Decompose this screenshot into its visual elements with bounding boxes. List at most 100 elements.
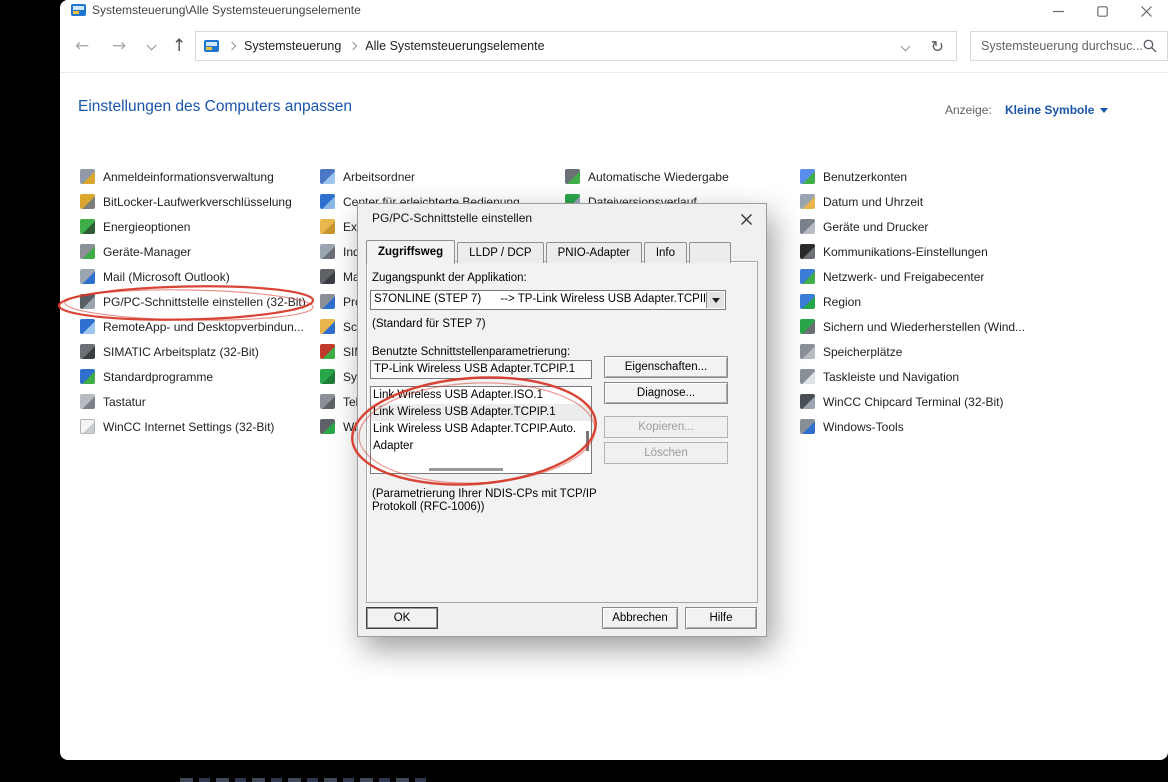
control-panel-item-label: SIMATIC Arbeitsplatz (32-Bit) [103,344,259,359]
control-panel-item[interactable]: PG/PC-Schnittstelle einstellen (32-Bit) [80,289,306,314]
vertical-scrollbar[interactable] [586,431,589,451]
items-column-1: Anmeldeinformationsverwaltung BitLocker-L… [80,164,306,439]
combobox-dropdown-button[interactable] [706,292,724,308]
dialog-title: PG/PC-Schnittstelle einstellen [372,211,533,225]
control-panel-item[interactable]: SIMATIC Arbeitsplatz (32-Bit) [80,339,306,364]
chipcard-terminal-icon [800,394,815,409]
address-bar[interactable]: Systemsteuerung Alle Systemsteuerungsele… [195,31,957,61]
control-panel-item[interactable]: WinCC Chipcard Terminal (32-Bit) [800,389,1025,414]
control-panel-item[interactable]: Mail (Microsoft Outlook) [80,264,306,289]
history-chevron-icon[interactable] [146,40,157,51]
breadcrumb-alle-elemente[interactable]: Alle Systemsteuerungselemente [365,39,544,53]
control-panel-item-label: Automatische Wiedergabe [588,169,729,184]
interface-list-item[interactable]: Link Wireless USB Adapter.ISO.1 [371,387,591,404]
param-value: TP-Link Wireless USB Adapter.TCPIP.1 [374,363,576,375]
ok-button[interactable]: OK [366,607,438,629]
power-options-icon [80,219,95,234]
control-panel-item[interactable]: Datum und Uhrzeit [800,189,1025,214]
dialog-tabs: Zugriffsweg LLDP / DCP PNIO-Adapter Info [366,240,733,264]
network-sharing-icon [800,269,815,284]
com-settings-icon [800,244,815,259]
window-title: Systemsteuerung\Alle Systemsteuerungsele… [92,3,361,17]
control-panel-item[interactable]: Automatische Wiedergabe [565,164,729,189]
diagnose-button[interactable]: Diagnose... [604,382,728,404]
eigenschaften-button[interactable]: Eigenschaften... [604,356,728,378]
taskbar-navigation-icon [800,369,815,384]
control-panel-item[interactable]: BitLocker-Laufwerkverschlüsselung [80,189,306,214]
cancel-button[interactable]: Abbrechen [602,607,678,629]
minimize-button[interactable] [1036,0,1080,22]
devices-printers-icon [800,219,815,234]
control-panel-item[interactable]: Benutzerkonten [800,164,1025,189]
control-panel-item-label: Geräte und Drucker [823,219,929,234]
control-panel-item[interactable]: RemoteApp- und Desktopverbindun... [80,314,306,339]
param-field: TP-Link Wireless USB Adapter.TCPIP.1 [370,360,592,379]
clipped-text-remnant [180,778,430,782]
control-panel-item[interactable]: Energieoptionen [80,214,306,239]
dialog-close-icon[interactable] [736,210,756,228]
search-box[interactable]: Systemsteuerung durchsuc... [970,31,1168,61]
control-panel-item-label: WinCC Chipcard Terminal (32-Bit) [823,394,1004,409]
folder-options-icon [320,219,335,234]
horizontal-scrollbar[interactable] [429,468,503,471]
breadcrumb-systemsteuerung[interactable]: Systemsteuerung [244,39,341,53]
control-panel-item-label: Standardprogramme [103,369,214,384]
close-button[interactable] [1124,0,1168,22]
control-panel-item[interactable]: Standardprogramme [80,364,306,389]
forward-icon[interactable]: → [112,35,126,57]
items-column-4: Benutzerkonten Datum und Uhrzeit Geräte un… [800,164,1025,439]
tab-info[interactable]: Info [643,242,688,263]
up-icon[interactable]: ↑ [172,35,186,57]
control-panel-item[interactable]: Windows-Tools [800,414,1025,439]
control-panel-item[interactable]: Geräte und Drucker [800,214,1025,239]
tab-zugriffsweg[interactable]: Zugriffsweg [366,240,456,264]
control-panel-item[interactable]: Region [800,289,1025,314]
windows-tools-icon [800,419,815,434]
tab-filler [689,242,732,263]
breadcrumb-control-panel-icon [204,40,219,52]
control-panel-item-label: Sichern und Wiederherstellen (Wind... [823,319,1026,334]
address-dropdown-icon[interactable] [900,41,911,51]
control-panel-item[interactable]: Geräte-Manager [80,239,306,264]
chevron-down-icon [711,297,720,303]
interface-list-item[interactable]: Link Wireless USB Adapter.TCPIP.Auto. [371,421,591,438]
control-panel-item[interactable]: Tastatur [80,389,306,414]
troubleshooting-icon [320,294,335,309]
maximize-button[interactable] [1080,0,1124,22]
control-panel-item[interactable]: Taskleiste und Navigation [800,364,1025,389]
interface-list-item[interactable]: Link Wireless USB Adapter.TCPIP.1 [371,404,591,421]
tab-pnio-adapter[interactable]: PNIO-Adapter [545,242,642,263]
credentials-vault-icon [80,169,95,184]
phone-modem-icon [320,394,335,409]
access-point-combobox[interactable]: S7ONLINE (STEP 7) --> TP-Link Wireless U… [370,290,726,310]
control-panel-item[interactable]: Netzwerk- und Freigabecenter [800,264,1025,289]
control-panel-item[interactable]: Kommunikations-Einstellungen [800,239,1025,264]
control-panel-item-label: Speicherplätze [823,344,903,359]
interface-listbox[interactable]: Link Wireless USB Adapter.ISO.1 Link Wire… [370,386,592,474]
control-panel-item[interactable]: Anmeldeinformationsverwaltung [80,164,306,189]
work-folders-icon [320,169,335,184]
sync-center-icon [320,369,335,384]
control-panel-item-label: Benutzerkonten [823,169,908,184]
param-label: Benutzte Schnittstellenparametrierung: [372,346,571,358]
refresh-icon[interactable]: ↻ [931,37,944,56]
back-icon[interactable]: ← [75,35,89,57]
help-button[interactable]: Hilfe [685,607,757,629]
control-panel-item-label: Datum und Uhrzeit [823,194,924,209]
view-selector[interactable]: Kleine Symbole [1005,103,1109,117]
control-panel-item[interactable]: WinCC Internet Settings (32-Bit) [80,414,306,439]
control-panel-item[interactable]: Sichern und Wiederherstellen (Wind... [800,314,1025,339]
window-titlebar: Systemsteuerung\Alle Systemsteuerungsele… [60,0,1168,22]
user-accounts-icon [800,169,815,184]
access-point-label: Zugangspunkt der Applikation: [372,272,527,284]
löschen-button: Löschen [604,442,728,464]
interface-list-item[interactable]: Adapter [371,438,591,455]
kopieren-button: Kopieren... [604,416,728,438]
tab-lldp-dcp[interactable]: LLDP / DCP [457,242,544,263]
control-panel-item[interactable]: Arbeitsordner [320,164,520,189]
control-panel-item[interactable]: Speicherplätze [800,339,1025,364]
control-panel-item-label: Region [823,294,862,309]
control-panel-item-label: Anmeldeinformationsverwaltung [103,169,274,184]
control-panel-item-label: Kommunikations-Einstellungen [823,244,988,259]
pg-pc-dialog: PG/PC-Schnittstelle einstellen Zugriffsw… [357,203,767,637]
